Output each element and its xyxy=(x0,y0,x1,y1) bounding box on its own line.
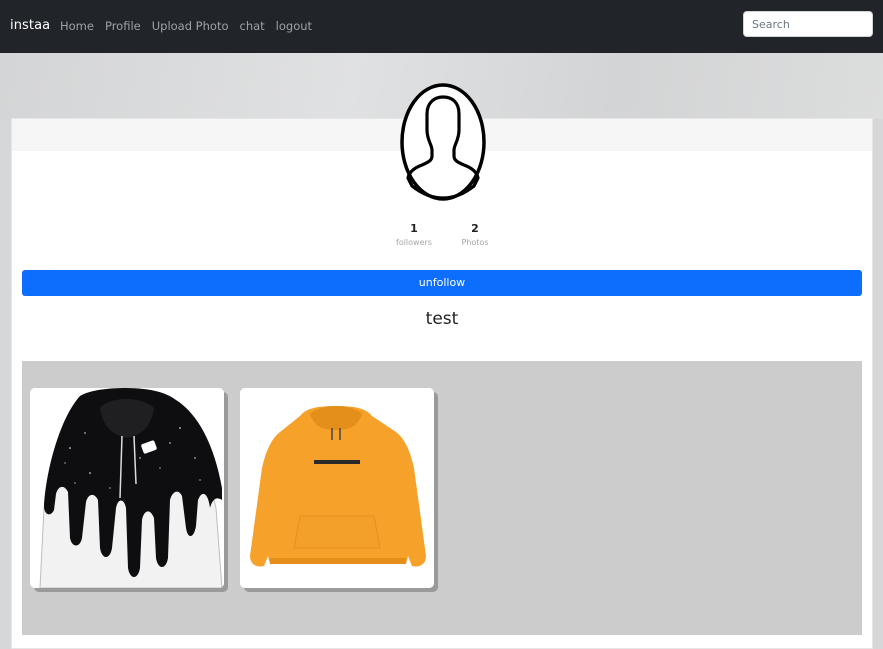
followers-count: 1 xyxy=(410,222,418,235)
photo-thumbnail-orange-hoodie[interactable] xyxy=(240,388,434,588)
nav-link-chat[interactable]: chat xyxy=(240,19,265,33)
photos-count: 2 xyxy=(471,222,479,235)
gallery-item xyxy=(240,388,438,592)
search-input[interactable] xyxy=(743,11,873,37)
followers-label: followers xyxy=(396,238,432,247)
brand-logo[interactable]: instaa xyxy=(10,18,50,33)
unfollow-button[interactable]: unfollow xyxy=(22,270,862,296)
nav-link-upload-photo[interactable]: Upload Photo xyxy=(152,19,229,33)
gallery-item xyxy=(30,388,228,592)
navbar: instaa Home Profile Upload Photo chat lo… xyxy=(0,0,883,53)
nav-link-profile[interactable]: Profile xyxy=(105,19,141,33)
profile-card: 1 followers 2 Photos unfollow test xyxy=(11,83,873,649)
photo-gallery xyxy=(22,361,862,635)
nav-link-home[interactable]: Home xyxy=(60,19,94,33)
user-silhouette-icon xyxy=(400,82,486,202)
nav-link-logout[interactable]: logout xyxy=(276,19,312,33)
photos-stat[interactable]: 2 Photos xyxy=(445,222,505,247)
photo-thumbnail-galaxy-hoodie[interactable] xyxy=(30,388,224,588)
nav-links: Home Profile Upload Photo chat logout xyxy=(60,19,323,33)
followers-stat[interactable]: 1 followers xyxy=(384,222,444,247)
username: test xyxy=(425,309,459,329)
photos-label: Photos xyxy=(461,238,489,247)
